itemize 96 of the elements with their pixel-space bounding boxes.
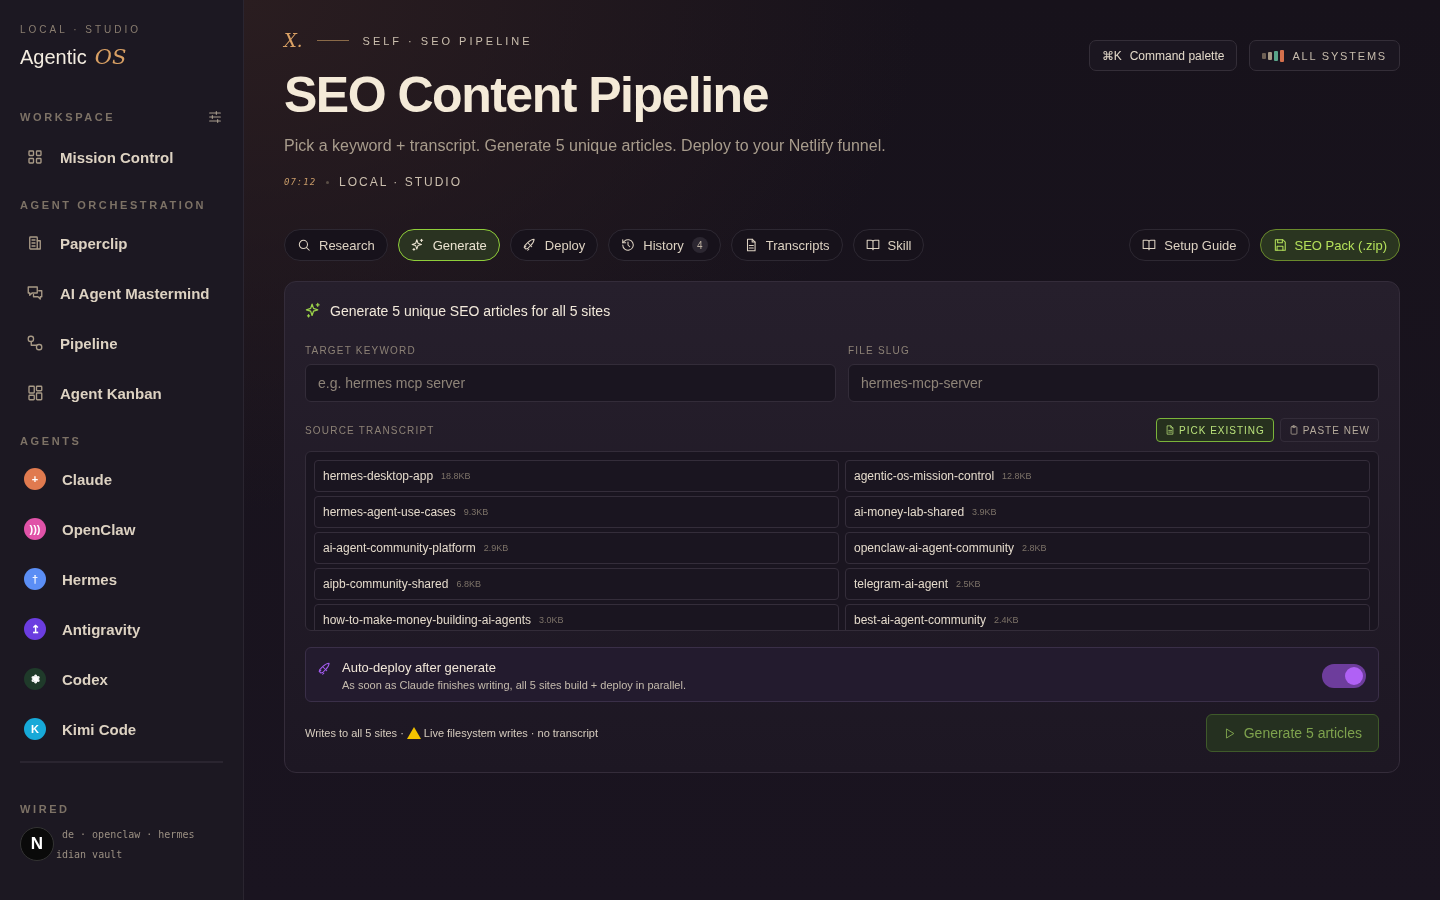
transcript-item[interactable]: hermes-desktop-app 18.8KB — [314, 460, 839, 492]
save-icon — [1272, 238, 1287, 252]
agent-item[interactable]: ))) OpenClaw — [20, 511, 223, 547]
dev-badge[interactable]: N — [20, 827, 54, 861]
panel-heading: Generate 5 unique SEO articles for all 5 sites — [330, 302, 611, 319]
tab[interactable]: Transcripts — [730, 229, 843, 261]
tab[interactable]: Generate — [397, 229, 500, 261]
tab[interactable]: History 4 — [608, 229, 721, 261]
agent-avatar-icon: † — [24, 568, 46, 590]
brand-accent: OS — [94, 45, 127, 69]
sparkle-icon — [410, 238, 425, 252]
settings-icon[interactable] — [207, 109, 223, 125]
grid-icon — [26, 148, 44, 166]
sidebar-item[interactable]: Mission Control — [20, 139, 223, 175]
page-subtitle: Pick a keyword + transcript. Generate 5 unique articles. Deploy to your Netlify funnel. — [284, 137, 886, 155]
file-size: 9.3KB — [463, 507, 489, 517]
file-size: 18.8KB — [441, 471, 471, 481]
tab[interactable]: Research — [284, 229, 388, 261]
field-label: TARGET KEYWORD — [305, 345, 417, 356]
mode-toggle[interactable]: PICK EXISTING — [1156, 418, 1274, 442]
agent-avatar-icon: K — [24, 718, 46, 740]
agent-item[interactable]: ↥ Antigravity — [20, 611, 223, 647]
toggle-switch[interactable] — [1322, 664, 1366, 688]
file-size: 2.4KB — [994, 615, 1019, 625]
agent-item[interactable]: ❃ Codex — [20, 661, 223, 697]
input-field[interactable]: hermes-mcp-server — [848, 364, 1379, 402]
file-size: 6.8KB — [456, 579, 481, 589]
kanban-icon — [26, 384, 44, 402]
agent-item[interactable]: K Kimi Code — [20, 711, 223, 747]
option-description: As soon as Claude finishes writing, all 5 sites build + deploy in parallel. — [342, 679, 687, 691]
sparkle-icon — [305, 302, 322, 319]
book-icon — [865, 238, 880, 252]
agent-avatar-icon: ❃ — [24, 668, 46, 690]
file-size: 3.9KB — [972, 507, 997, 517]
chat-bubbles-icon — [26, 284, 44, 302]
file-size: 3.0KB — [539, 615, 564, 625]
count-badge: 4 — [691, 237, 708, 253]
transcript-item[interactable]: openclaw-ai-agent-community 2.8KB — [845, 532, 1370, 564]
nodes-icon — [26, 334, 44, 352]
history-icon — [621, 238, 636, 252]
brand-name: Agentic — [20, 46, 87, 69]
book-icon — [1142, 238, 1157, 252]
file-size: 12.8KB — [1002, 471, 1032, 481]
section-title: AGENT ORCHESTRATION — [20, 199, 207, 211]
wired-text: idian vault — [56, 848, 123, 862]
document-icon — [1165, 425, 1176, 435]
command-palette-button[interactable]: ⌘K Command palette — [1088, 40, 1238, 71]
section-title: WIRED — [20, 803, 71, 815]
transcript-item[interactable]: aipb-community-shared 6.8KB — [314, 568, 839, 600]
workspace-label: LOCAL · STUDIO — [20, 24, 143, 35]
transcript-item[interactable]: hermes-agent-use-cases 9.3KB — [314, 496, 839, 528]
clock-time: 07:12 — [284, 177, 317, 187]
transcript-item[interactable]: telegram-ai-agent 2.5KB — [845, 568, 1370, 600]
section-title: AGENTS — [20, 435, 82, 447]
download-button[interactable]: SEO Pack (.zip) — [1259, 229, 1400, 261]
sidebar-item[interactable]: Pipeline — [20, 325, 223, 361]
transcript-item[interactable]: ai-agent-community-platform 2.9KB — [314, 532, 839, 564]
page-title: SEO Content Pipeline — [284, 66, 769, 125]
warning-icon — [406, 727, 421, 739]
file-size: 2.8KB — [1022, 543, 1047, 553]
guide-button[interactable]: Setup Guide — [1129, 229, 1250, 261]
field-label: FILE SLUG — [848, 345, 911, 356]
agent-avatar-icon: + — [24, 468, 46, 490]
transcript-item[interactable]: best-ai-agent-community 2.4KB — [845, 604, 1370, 630]
field-label: SOURCE TRANSCRIPT — [305, 424, 435, 436]
transcript-item[interactable]: ai-money-lab-shared 3.9KB — [845, 496, 1370, 528]
rocket-icon — [318, 662, 332, 676]
file-size: 2.9KB — [483, 543, 509, 553]
mode-toggle[interactable]: PASTE NEW — [1279, 418, 1379, 442]
warning-text: Live filesystem writes · no transcript — [423, 727, 599, 739]
section-title: WORKSPACE — [20, 111, 116, 123]
building-icon — [26, 234, 44, 252]
input-field[interactable]: e.g. hermes mcp server — [305, 364, 836, 402]
status-bars-icon — [1262, 49, 1285, 62]
transcript-item[interactable]: how-to-make-money-building-ai-agents 3.0KB — [314, 604, 839, 630]
agent-item[interactable]: † Hermes — [20, 561, 223, 597]
agent-avatar-icon: ↥ — [24, 618, 46, 640]
sidebar-item[interactable]: Agent Kanban — [20, 375, 223, 411]
agent-avatar-icon: ))) — [24, 518, 46, 540]
file-size: 2.5KB — [956, 579, 981, 589]
transcript-item[interactable]: agentic-os-mission-control 12.8KB — [845, 460, 1370, 492]
sidebar-item[interactable]: Paperclip — [20, 225, 223, 261]
agent-item[interactable]: + Claude — [20, 461, 223, 497]
search-icon — [297, 238, 311, 252]
tab[interactable]: Deploy — [509, 229, 599, 261]
page-eyebrow: SELF · SEO PIPELINE — [362, 34, 533, 47]
logo-mark: X. — [284, 30, 303, 51]
location-label: LOCAL · STUDIO — [339, 175, 462, 189]
tab[interactable]: Skill — [852, 229, 925, 261]
rocket-icon — [522, 238, 537, 252]
wired-text: de · openclaw · hermes — [62, 828, 195, 842]
sidebar-item[interactable]: AI Agent Mastermind — [20, 275, 223, 311]
status-indicator: ALL SYSTEMS — [1249, 40, 1400, 71]
option-title: Auto-deploy after generate — [342, 660, 497, 675]
footer-note: Writes to all 5 sites · — [305, 727, 404, 739]
clipboard-icon — [1288, 425, 1299, 435]
